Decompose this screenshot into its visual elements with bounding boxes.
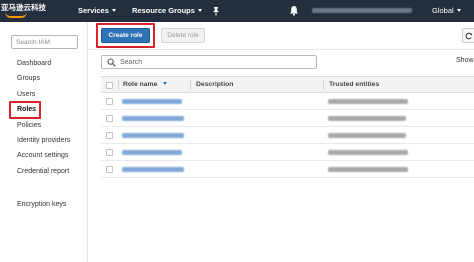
role-name-link[interactable] bbox=[122, 116, 184, 121]
refresh-button[interactable] bbox=[462, 28, 474, 43]
account-menu[interactable] bbox=[312, 8, 412, 13]
role-name-link[interactable] bbox=[122, 133, 184, 138]
sidebar-item-groups[interactable]: Groups bbox=[17, 75, 40, 82]
services-label: Services bbox=[78, 6, 109, 15]
region-menu[interactable]: Global bbox=[432, 6, 461, 15]
sidebar-item-policies[interactable]: Policies bbox=[17, 122, 41, 129]
role-name-link[interactable] bbox=[122, 167, 184, 172]
sidebar-item-credential-report[interactable]: Credential report bbox=[17, 168, 69, 175]
chevron-down-icon bbox=[111, 9, 116, 12]
row-checkbox[interactable] bbox=[106, 98, 113, 105]
table-row[interactable] bbox=[101, 93, 474, 110]
sidebar-item-roles[interactable]: Roles bbox=[17, 106, 36, 113]
brand-smile-icon bbox=[5, 12, 27, 18]
sidebar-search-input[interactable] bbox=[11, 35, 78, 49]
services-menu[interactable]: Services bbox=[78, 6, 116, 15]
table-header: Role name Description Trusted entities bbox=[101, 76, 474, 93]
pin-icon[interactable] bbox=[211, 6, 221, 16]
resource-groups-menu[interactable]: Resource Groups bbox=[132, 6, 202, 15]
delete-role-button[interactable]: Delete role bbox=[161, 28, 205, 43]
trusted-entity-value bbox=[328, 167, 408, 172]
show-label: Show bbox=[456, 57, 474, 64]
column-header-role-name-label: Role name bbox=[123, 81, 158, 88]
column-separator bbox=[118, 80, 119, 90]
column-header-description[interactable]: Description bbox=[196, 81, 233, 88]
toolbar-divider bbox=[89, 49, 474, 50]
role-search-input[interactable] bbox=[120, 57, 310, 67]
column-header-role-name[interactable]: Role name bbox=[123, 81, 168, 88]
bell-icon[interactable] bbox=[289, 5, 299, 16]
top-nav-bar: 亚马逊云科技 Services Resource Groups Global bbox=[0, 0, 474, 22]
select-all-checkbox[interactable] bbox=[106, 82, 113, 89]
trusted-entity-value bbox=[328, 133, 406, 138]
role-search-box[interactable] bbox=[101, 55, 317, 69]
sort-descending-icon bbox=[163, 82, 168, 85]
row-checkbox[interactable] bbox=[106, 166, 113, 173]
row-checkbox[interactable] bbox=[106, 149, 113, 156]
row-checkbox[interactable] bbox=[106, 132, 113, 139]
region-label: Global bbox=[432, 6, 454, 15]
row-checkbox[interactable] bbox=[106, 115, 113, 122]
sidebar-item-dashboard[interactable]: Dashboard bbox=[17, 60, 51, 67]
refresh-icon bbox=[465, 32, 472, 39]
table-row[interactable] bbox=[101, 161, 474, 178]
column-header-trusted-entities[interactable]: Trusted entities bbox=[329, 81, 379, 88]
column-separator bbox=[323, 80, 324, 90]
trusted-entity-value bbox=[328, 116, 406, 121]
resource-groups-label: Resource Groups bbox=[132, 6, 195, 15]
brand-logo[interactable]: 亚马逊云科技 bbox=[1, 1, 71, 21]
sidebar-item-account-settings[interactable]: Account settings bbox=[17, 152, 68, 159]
sidebar-item-users[interactable]: Users bbox=[17, 91, 35, 98]
sidebar: Dashboard Groups Users Roles Policies Id… bbox=[0, 22, 88, 262]
trusted-entity-value bbox=[328, 150, 408, 155]
create-role-button[interactable]: Create role bbox=[101, 28, 150, 43]
table-row[interactable] bbox=[101, 144, 474, 161]
trusted-entity-value bbox=[328, 99, 408, 104]
search-icon bbox=[107, 58, 116, 67]
main-content: Create role Delete role Show Role name D… bbox=[89, 22, 474, 262]
chevron-down-icon bbox=[197, 9, 202, 12]
role-name-link[interactable] bbox=[122, 99, 182, 104]
table-row[interactable] bbox=[101, 127, 474, 144]
sidebar-item-encryption-keys[interactable]: Encryption keys bbox=[17, 201, 66, 208]
role-name-link[interactable] bbox=[122, 150, 182, 155]
sidebar-item-identity-providers[interactable]: Identity providers bbox=[17, 137, 70, 144]
chevron-down-icon bbox=[456, 9, 461, 12]
table-row[interactable] bbox=[101, 110, 474, 127]
column-separator bbox=[190, 80, 191, 90]
